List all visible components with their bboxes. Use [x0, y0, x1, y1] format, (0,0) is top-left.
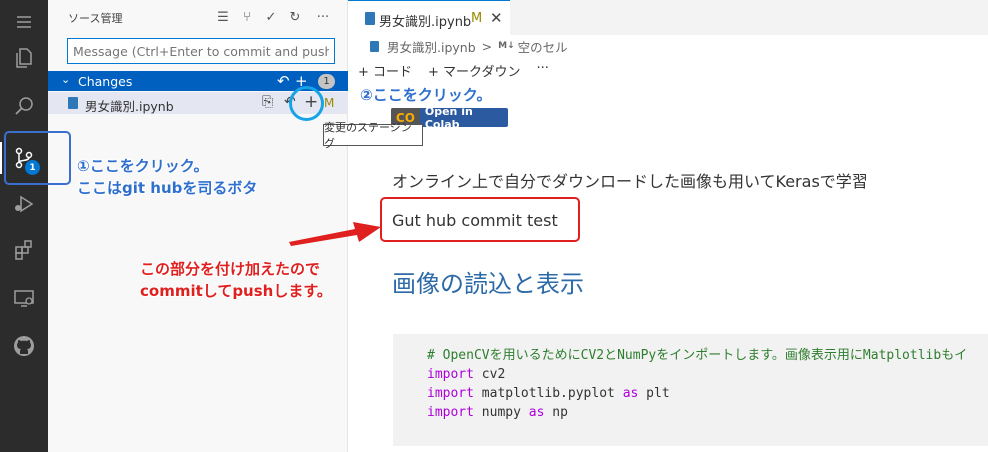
changed-file-name: 男女識別.ipynb [85, 99, 174, 114]
discard-icon: ↶ [277, 72, 290, 90]
notebook-file-icon [370, 40, 379, 52]
remote-explorer-icon [14, 290, 34, 307]
run-debug-button[interactable] [0, 182, 48, 226]
colab-badge-label: Open in Colab [424, 104, 473, 131]
markdown-text: オンライン上で自分でダウンロードした画像も用いてKerasで学習 [392, 172, 868, 191]
markdown-heading: 画像の読込と表示 [392, 270, 584, 298]
chevron-down-icon: ⌄ [61, 73, 71, 86]
code-text: cv2 [473, 367, 506, 382]
code-text: plt [638, 386, 670, 401]
check-icon: ✓ [265, 9, 277, 25]
changes-count-badge: 1 [318, 74, 335, 89]
commit-message-input[interactable] [67, 38, 335, 64]
source-control-highlight-box [4, 131, 71, 185]
open-file-icon: ⎘ [262, 94, 274, 110]
stage-tooltip: 変更のステージング [323, 121, 423, 150]
search-icon [15, 97, 33, 115]
search-button[interactable] [0, 84, 48, 128]
annotation-step2: ②ここをクリック。 [360, 86, 492, 104]
activity-bar: 1 [0, 0, 48, 452]
git-pull-request-icon: ⑂ [243, 9, 251, 25]
more-icon: ··· [316, 9, 330, 25]
notebook-toolbar: + コード + マークダウン ··· [358, 61, 549, 80]
annotation-note: この部分を付け加えたので commitしてpushします。 [140, 258, 332, 302]
discard-all-button[interactable]: ↶ [277, 72, 290, 90]
explorer-button[interactable] [0, 36, 48, 80]
code-text: matplotlib.pyplot [473, 386, 623, 401]
open-file-button[interactable]: ⎘ [262, 94, 273, 110]
changes-label: Changes [78, 74, 133, 89]
breadcrumb-file[interactable]: 男女識別.ipynb [387, 37, 476, 56]
github-icon [14, 336, 34, 356]
list-tree-icon: ☰ [217, 9, 229, 25]
add-markdown-cell-button[interactable]: + マークダウン [428, 61, 521, 80]
annotation-note-line2: commitしてpushします。 [140, 282, 332, 300]
remote-explorer-button[interactable] [0, 276, 48, 320]
commit-button[interactable]: ✓ [262, 8, 280, 26]
code-keyword: import [427, 386, 474, 401]
tab-notebook[interactable]: 男女識別.ipynb M ✕ [348, 0, 510, 35]
more-actions-button[interactable]: ··· [314, 8, 332, 26]
breadcrumb: 男女識別.ipynb > M↓ 空のセル [370, 37, 568, 55]
code-comment: # OpenCVを用いるためにCV2とNumPyをインポートします。画像表示用に… [427, 348, 968, 363]
markdown-icon: M↓ [498, 41, 515, 51]
annotation-step1-line2: ここはgit hubを司るボタ [77, 179, 258, 197]
add-code-cell-button[interactable]: + コード [358, 61, 412, 80]
menu-icon [17, 16, 31, 28]
tab-label: 男女識別.ipynb [379, 15, 472, 30]
extensions-icon [15, 240, 32, 260]
sidebar-title: ソース管理 [68, 12, 123, 25]
pull-request-button[interactable]: ⑂ [238, 8, 256, 26]
view-as-tree-button[interactable]: ☰ [214, 8, 232, 26]
tab-modified-indicator: M [471, 11, 483, 26]
more-actions-button[interactable]: ··· [537, 61, 549, 79]
added-text-highlight-box [380, 197, 580, 242]
code-text: numpy [473, 405, 529, 420]
red-arrow-icon [289, 222, 381, 246]
code-keyword: as [528, 405, 545, 420]
breadcrumb-cell[interactable]: 空のセル [518, 37, 568, 56]
file-status-badge: M [324, 96, 335, 110]
sidebar-header: ソース管理 ☰ ⑂ ✓ ↻ ··· [48, 0, 348, 34]
breadcrumb-separator: > [481, 38, 493, 54]
refresh-icon: ↻ [289, 9, 301, 25]
code-keyword: import [427, 367, 474, 382]
code-cell-source: # OpenCVを用いるためにCV2とNumPyをインポートします。画像表示用に… [427, 346, 967, 422]
notebook-file-icon [68, 97, 78, 109]
explorer-icon [16, 48, 32, 68]
extensions-button[interactable] [0, 228, 48, 272]
close-icon[interactable]: ✕ [490, 9, 503, 27]
code-text: np [544, 405, 568, 420]
run-debug-icon [15, 195, 34, 213]
editor-tab-bar: 男女識別.ipynb M ✕ [348, 0, 988, 35]
notebook-file-icon [365, 12, 375, 25]
code-keyword: as [622, 386, 639, 401]
annotation-step1: ①ここをクリック。 ここはgit hubを司るボタ [77, 155, 257, 199]
stage-button-highlight-circle [289, 86, 324, 121]
code-keyword: import [427, 405, 474, 420]
github-button[interactable] [0, 324, 48, 368]
annotation-note-line1: この部分を付け加えたので [140, 260, 321, 278]
annotation-step1-line1: ①ここをクリック。 [77, 157, 209, 175]
refresh-button[interactable]: ↻ [286, 8, 304, 26]
